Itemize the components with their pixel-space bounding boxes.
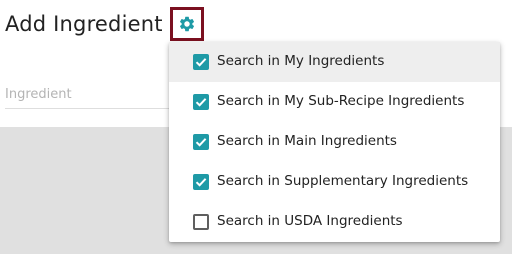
menu-item-supplementary-ingredients[interactable]: Search in Supplementary Ingredients — [169, 162, 500, 202]
checkmark-icon — [195, 98, 207, 107]
checkbox-checked[interactable] — [193, 94, 209, 110]
menu-item-label: Search in Main Ingredients — [217, 133, 397, 149]
menu-item-label: Search in Supplementary Ingredients — [217, 173, 469, 189]
checkbox-unchecked[interactable] — [193, 214, 209, 230]
page-title: Add Ingredient — [5, 12, 163, 36]
checkmark-icon — [195, 138, 207, 147]
checkmark-icon — [195, 178, 207, 187]
search-options-menu: Search in My Ingredients Search in My Su… — [169, 42, 500, 242]
menu-item-usda-ingredients[interactable]: Search in USDA Ingredients — [169, 202, 500, 242]
settings-button[interactable] — [170, 7, 204, 41]
menu-item-label: Search in My Sub-Recipe Ingredients — [217, 93, 465, 109]
checkmark-icon — [195, 58, 207, 67]
checkbox-checked[interactable] — [193, 54, 209, 70]
menu-item-main-ingredients[interactable]: Search in Main Ingredients — [169, 122, 500, 162]
menu-item-my-ingredients[interactable]: Search in My Ingredients — [169, 42, 500, 82]
gear-icon — [179, 16, 195, 32]
checkbox-checked[interactable] — [193, 134, 209, 150]
menu-item-label: Search in USDA Ingredients — [217, 213, 403, 229]
checkbox-checked[interactable] — [193, 174, 209, 190]
menu-item-label: Search in My Ingredients — [217, 53, 385, 69]
menu-item-sub-recipe-ingredients[interactable]: Search in My Sub-Recipe Ingredients — [169, 82, 500, 122]
